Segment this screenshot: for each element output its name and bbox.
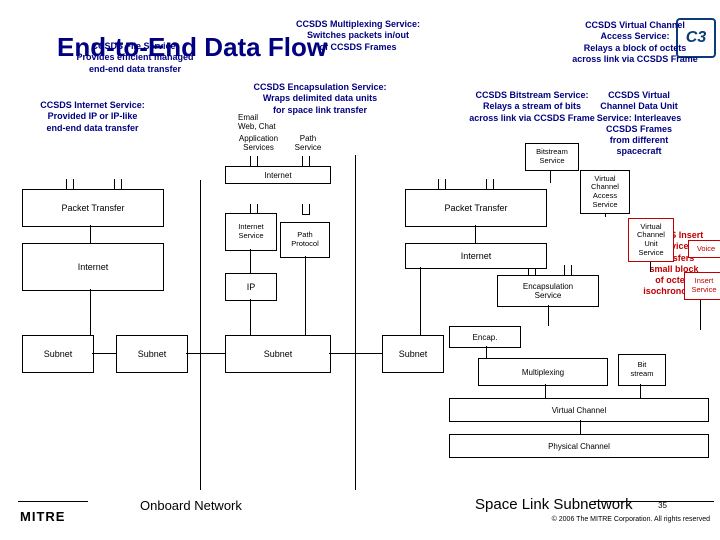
footer-rule <box>18 501 88 502</box>
box-ip: IP <box>225 273 277 301</box>
connector <box>92 353 116 354</box>
callout-encap-service: CCSDS Encapsulation Service: Wraps delim… <box>225 82 415 116</box>
label: Path Protocol <box>291 231 319 248</box>
label-onboard-network: Onboard Network <box>140 498 242 513</box>
label: Multiplexing <box>522 368 564 377</box>
connector <box>90 289 91 335</box>
label: Packet Transfer <box>61 203 124 213</box>
label: Physical Channel <box>548 442 610 451</box>
connector <box>420 267 421 335</box>
label: Subnet <box>399 349 428 359</box>
box-physical-channel: Physical Channel <box>449 434 709 458</box>
box-vc-unit-service: Virtual Channel Unit Service <box>628 218 674 262</box>
label-app-services: Application Services <box>231 134 286 152</box>
connector <box>305 256 306 335</box>
callout-mux-service: CCSDS Multiplexing Service: Switches pac… <box>258 19 458 53</box>
box-bitstream-service: Bitstream Service <box>525 143 579 171</box>
label: Bit stream <box>631 361 654 378</box>
separator <box>200 180 201 490</box>
box-packet-transfer-right: Packet Transfer <box>405 189 547 227</box>
box-encap: Encap. <box>449 326 521 348</box>
box-path-protocol: Path Protocol <box>280 222 330 258</box>
box-packet-transfer-left: Packet Transfer <box>22 189 164 227</box>
connector <box>250 299 251 335</box>
label: Internet Service <box>238 223 263 240</box>
label: Encapsulation Service <box>523 282 573 300</box>
label: Bitstream Service <box>536 148 568 165</box>
callout-internet-service: CCSDS Internet Service: Provided IP or I… <box>15 100 170 134</box>
label-spacelink-subnetwork: Space Link Subnetwork <box>475 496 633 513</box>
connector <box>640 384 641 398</box>
label: Insert Service <box>691 277 716 294</box>
box-vc-access-service: Virtual Channel Access Service <box>580 170 630 214</box>
box-multiplexing: Multiplexing <box>478 358 608 386</box>
connector <box>90 225 91 243</box>
page-number: 35 <box>658 501 667 510</box>
label: Packet Transfer <box>444 203 507 213</box>
label-path-service: Path Service <box>288 134 328 152</box>
label: Encap. <box>473 333 498 342</box>
box-internet-service: Internet Service <box>225 213 277 251</box>
label-email: Email Web, Chat <box>238 113 280 131</box>
box-bitstream: Bit stream <box>618 354 666 386</box>
label: Virtual Channel Unit Service <box>637 223 665 258</box>
box-virtual-channel: Virtual Channel <box>449 398 709 422</box>
label: Subnet <box>264 349 293 359</box>
label: Internet <box>78 262 109 272</box>
box-internet-left: Internet <box>22 243 164 291</box>
callout-vc-access-service: CCSDS Virtual Channel Access Service: Re… <box>547 20 720 65</box>
label: Internet <box>461 251 492 261</box>
box-subnet-1: Subnet <box>22 335 94 373</box>
callout-vc-data-unit-service: CCSDS Virtual Channel Data Unit Service:… <box>557 90 720 158</box>
box-subnet-4: Subnet <box>382 335 444 373</box>
copyright: © 2006 The MITRE Corporation. All rights… <box>552 516 710 524</box>
label: Subnet <box>44 349 73 359</box>
connector <box>548 305 549 326</box>
footer-rule <box>594 501 714 502</box>
mitre-logo-text: MITRE <box>20 509 65 524</box>
connector <box>186 353 225 354</box>
callout-file-service: CCSDS File Service: Provides efficient m… <box>60 41 210 75</box>
connector <box>545 384 546 398</box>
box-voice: Voice <box>688 240 720 258</box>
connector <box>250 249 251 273</box>
label: Voice <box>697 245 715 254</box>
connector <box>580 420 581 434</box>
separator <box>355 155 356 490</box>
box-internet-right: Internet <box>405 243 547 269</box>
box-insert-service: Insert Service <box>684 272 720 300</box>
connector <box>475 225 476 243</box>
box-subnet-2: Subnet <box>116 335 188 373</box>
box-internet-top: Internet <box>225 166 331 184</box>
label: Internet <box>264 171 291 180</box>
box-subnet-3: Subnet <box>225 335 331 373</box>
diagram-page: C3 End-to-End Data Flow CCSDS File Servi… <box>0 0 720 540</box>
label: Virtual Channel <box>552 406 607 415</box>
label: Virtual Channel Access Service <box>591 175 619 210</box>
label: Subnet <box>138 349 167 359</box>
stub <box>302 204 310 215</box>
box-encap-service: Encapsulation Service <box>497 275 599 307</box>
connector <box>486 346 487 358</box>
connector <box>329 353 382 354</box>
label: IP <box>247 282 256 292</box>
